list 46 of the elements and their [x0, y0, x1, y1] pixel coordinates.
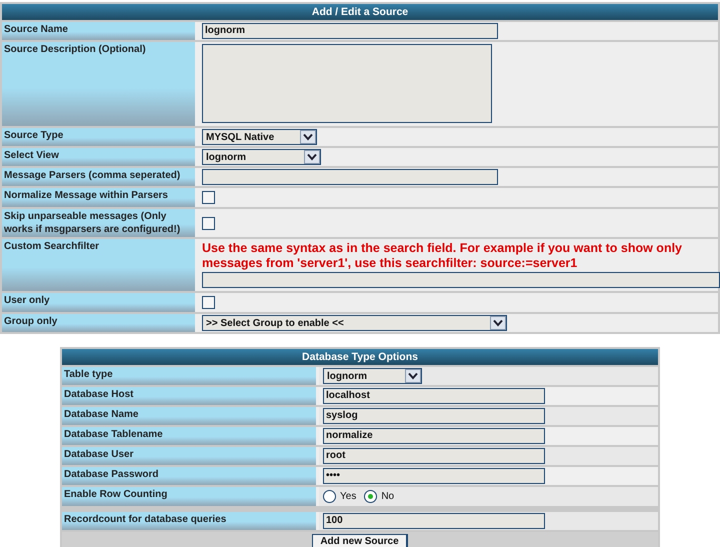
field-label: Normalize Message within Parsers: [2, 188, 198, 207]
text-field[interactable]: [202, 272, 720, 288]
dropdown[interactable]: lognorm: [202, 149, 321, 165]
text-field[interactable]: syslog: [323, 408, 545, 424]
checkbox[interactable]: [202, 191, 215, 204]
field-label: Source Description (Optional): [2, 42, 198, 126]
field-label: Enable Row Counting: [62, 487, 319, 506]
field-label: Message Parsers (comma seperated): [2, 168, 198, 186]
text-field[interactable]: [202, 169, 498, 185]
radio-button[interactable]: [323, 490, 336, 503]
dropdown[interactable]: >> Select Group to enable <<: [202, 315, 507, 331]
field-label: Database Name: [62, 407, 319, 425]
radio-button[interactable]: [364, 490, 378, 503]
field-label: Recordcount for database queries: [62, 512, 319, 530]
field-label: Skip unparseable messages (Only works if msgparsers are configured!): [2, 209, 198, 237]
checkbox[interactable]: [202, 296, 215, 309]
field-label: Database Host: [62, 387, 319, 405]
table-header: Add / Edit a Source: [2, 4, 718, 20]
text-field[interactable]: 100: [323, 513, 545, 529]
add-source-button[interactable]: Add new Source: [312, 534, 408, 547]
field-label: Group only: [2, 314, 198, 332]
field-label: Source Type: [2, 128, 198, 146]
field-label: Custom Searchfilter: [2, 239, 198, 291]
text-area[interactable]: [202, 44, 492, 123]
field-label: Database Tablename: [62, 427, 319, 445]
table-header: Database Type Options: [62, 349, 658, 365]
dropdown[interactable]: MYSQL Native: [202, 129, 317, 145]
field-label: Source Name: [2, 22, 198, 40]
field-label: Database Password: [62, 467, 319, 485]
text-field[interactable]: root: [323, 448, 545, 464]
hint-text: Use the same syntax as in the search field. For example if you want to show only messages from 'server1', use this searchfilter: source:=server1: [202, 241, 683, 271]
caret-icon: [490, 316, 506, 330]
text-field[interactable]: localhost: [323, 388, 545, 404]
radio-label: Yes: [340, 491, 356, 502]
field-label: Database User: [62, 447, 319, 465]
radio-label: No: [381, 491, 394, 502]
text-field[interactable]: ••••: [323, 468, 545, 484]
dropdown[interactable]: lognorm: [323, 368, 422, 384]
caret-icon: [304, 150, 320, 164]
field-label: User only: [2, 293, 198, 312]
text-field[interactable]: lognorm: [202, 23, 498, 39]
field-label: Select View: [2, 148, 198, 166]
checkbox[interactable]: [202, 216, 215, 230]
field-label: Table type: [62, 367, 319, 385]
caret-icon: [300, 130, 316, 144]
text-field[interactable]: normalize: [323, 428, 545, 444]
